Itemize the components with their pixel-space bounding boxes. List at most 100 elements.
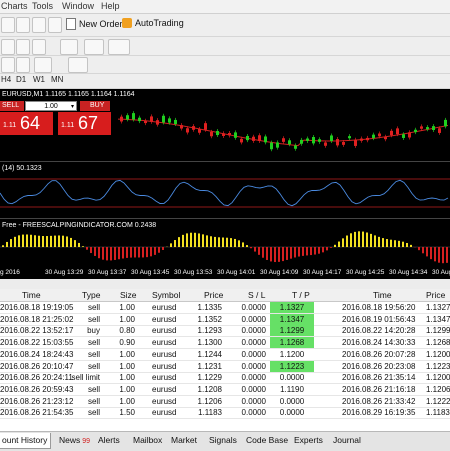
lot-size-input[interactable]: 1.00 ▾ <box>25 101 77 111</box>
periods-icon[interactable] <box>84 39 104 55</box>
tile-windows-icon[interactable] <box>32 39 46 55</box>
cell-time: 2016.08.26 20:24:11 <box>0 372 73 383</box>
time-axis-label: 30 Aug 13:29 <box>45 269 83 276</box>
tab-journal[interactable]: Journal <box>330 433 364 448</box>
table-row[interactable]: 2016.08.24 18:24:43sell1.00eurusd1.12440… <box>0 349 450 361</box>
candle <box>360 139 363 141</box>
zoom-in-icon[interactable] <box>1 39 15 55</box>
table-row[interactable]: 2016.08.26 20:24:11sell limit1.00eurusd1… <box>0 372 450 384</box>
buy-price-box[interactable]: 1.11 67 <box>58 112 111 135</box>
histogram-bar <box>238 240 240 247</box>
histogram-bar <box>162 247 164 250</box>
sell-button[interactable]: SELL <box>0 101 24 111</box>
rsi-label: (14) 50.1323 <box>2 165 42 172</box>
price-chart[interactable]: EURUSD,M1 1.1165 1.1165 1.1164 1.1164 SE… <box>0 89 450 279</box>
chart-window-icon[interactable] <box>1 17 15 33</box>
column-header-time[interactable]: Time <box>22 290 41 300</box>
candle <box>156 120 159 124</box>
histogram-bar <box>158 247 160 253</box>
timeframe-h4[interactable]: H4 <box>1 75 11 84</box>
histogram-bar <box>410 245 412 247</box>
histogram-bar <box>26 234 28 247</box>
histogram-bar <box>438 247 440 263</box>
pane-separator[interactable] <box>0 218 450 219</box>
column-header-close-price[interactable]: Price <box>426 290 445 300</box>
column-header-sl[interactable]: S / L <box>248 290 265 300</box>
candle <box>426 127 429 129</box>
indicators-icon[interactable] <box>60 39 78 55</box>
cell-size: 1.00 <box>119 384 135 395</box>
column-header-price[interactable]: Price <box>204 290 223 300</box>
autotrading-button[interactable]: AutoTrading <box>122 18 184 28</box>
histogram-bar <box>182 235 184 247</box>
table-row[interactable]: 2016.08.22 15:03:55sell0.90eurusd1.13000… <box>0 337 450 349</box>
cell-close-time: 2016.08.29 16:19:35 <box>342 407 415 418</box>
column-header-symbol[interactable]: Symbol <box>152 290 180 300</box>
sell-price-box[interactable]: 1.11 64 <box>0 112 53 135</box>
column-header-size[interactable]: Size <box>120 290 137 300</box>
histogram-bar <box>86 247 88 250</box>
zoom-out-icon[interactable] <box>16 39 30 55</box>
candle <box>396 128 399 134</box>
pane-separator[interactable] <box>0 161 450 162</box>
templates-icon[interactable] <box>108 39 130 55</box>
column-header-tp[interactable]: T / P <box>292 290 310 300</box>
cell-sl: 0.0000 <box>242 314 266 325</box>
column-header-close-time[interactable]: Time <box>373 290 392 300</box>
menu-charts[interactable]: Charts <box>1 1 28 11</box>
timeframe-w1[interactable]: W1 <box>33 75 45 84</box>
time-axis-label: 30 Aug 14:09 <box>260 269 298 276</box>
column-header-type[interactable]: Type <box>82 290 100 300</box>
menu-tools[interactable]: Tools <box>32 1 53 11</box>
tab-signals[interactable]: Signals <box>206 433 240 448</box>
terminal-icon[interactable] <box>48 17 62 33</box>
navigator-icon[interactable] <box>32 17 46 33</box>
table-row[interactable]: 2016.08.18 19:19:05sell1.00eurusd1.13350… <box>0 302 450 314</box>
cell-time: 2016.08.18 21:25:02 <box>0 314 73 325</box>
cell-close-time: 2016.08.19 01:56:43 <box>342 314 415 325</box>
tab-market[interactable]: Market <box>168 433 200 448</box>
candle <box>402 134 405 138</box>
tab-alerts[interactable]: Alerts <box>95 433 123 448</box>
histogram-bar <box>366 233 368 247</box>
new-order-button[interactable]: New Order <box>66 18 123 30</box>
cell-symbol: eurusd <box>152 407 176 418</box>
cell-sl: 0.0000 <box>242 372 266 383</box>
cell-close-time: 2016.08.18 19:56:20 <box>342 302 415 313</box>
time-axis-label: 30 Aug 13:37 <box>88 269 126 276</box>
trendline-icon[interactable] <box>1 57 15 73</box>
table-row[interactable]: 2016.08.26 21:23:12sell1.00eurusd1.12060… <box>0 396 450 408</box>
histogram-bar <box>58 235 60 247</box>
arrows-tool-icon[interactable] <box>34 57 52 73</box>
shapes-tool-icon[interactable] <box>68 57 88 73</box>
time-axis-label: Aug 2016 <box>0 269 20 276</box>
cell-close-time: 2016.08.26 21:33:42 <box>342 396 415 407</box>
table-row[interactable]: 2016.08.26 21:54:35sell1.50eurusd1.11830… <box>0 407 450 419</box>
timeframe-d1[interactable]: D1 <box>16 75 26 84</box>
menu-help[interactable]: Help <box>101 1 120 11</box>
text-tool-icon[interactable] <box>16 57 30 73</box>
table-row[interactable]: 2016.08.26 20:59:43sell1.00eurusd1.12080… <box>0 384 450 396</box>
tab-news[interactable]: News99 <box>56 433 93 448</box>
candle <box>306 138 309 140</box>
tab-label: Market <box>171 435 197 445</box>
profiles-icon[interactable] <box>16 17 30 33</box>
timeframe-mn[interactable]: MN <box>51 75 63 84</box>
cell-size: 1.00 <box>119 302 135 313</box>
tab-experts[interactable]: Experts <box>291 433 326 448</box>
table-row[interactable]: 2016.08.18 21:25:02sell1.00eurusd1.13520… <box>0 314 450 326</box>
cell-close-price: 1.1347 <box>426 314 450 325</box>
new-order-label: New Order <box>79 19 123 29</box>
tab-mailbox[interactable]: Mailbox <box>130 433 165 448</box>
cell-tp: 1.1268 <box>270 337 314 348</box>
table-row[interactable]: 2016.08.22 13:52:17buy0.80eurusd1.12930.… <box>0 325 450 337</box>
menu-window[interactable]: Window <box>62 1 94 11</box>
table-row[interactable]: 2016.08.26 20:10:47sell1.00eurusd1.12310… <box>0 361 450 373</box>
buy-button[interactable]: BUY <box>80 101 110 111</box>
tab-code-base[interactable]: Code Base <box>243 433 291 448</box>
cell-tp: 1.1190 <box>270 384 314 395</box>
tab-account-history[interactable]: ount History <box>0 433 51 449</box>
histogram-bar <box>266 247 268 260</box>
lot-spinner-icon[interactable]: ▾ <box>71 102 74 112</box>
candle <box>126 115 129 119</box>
